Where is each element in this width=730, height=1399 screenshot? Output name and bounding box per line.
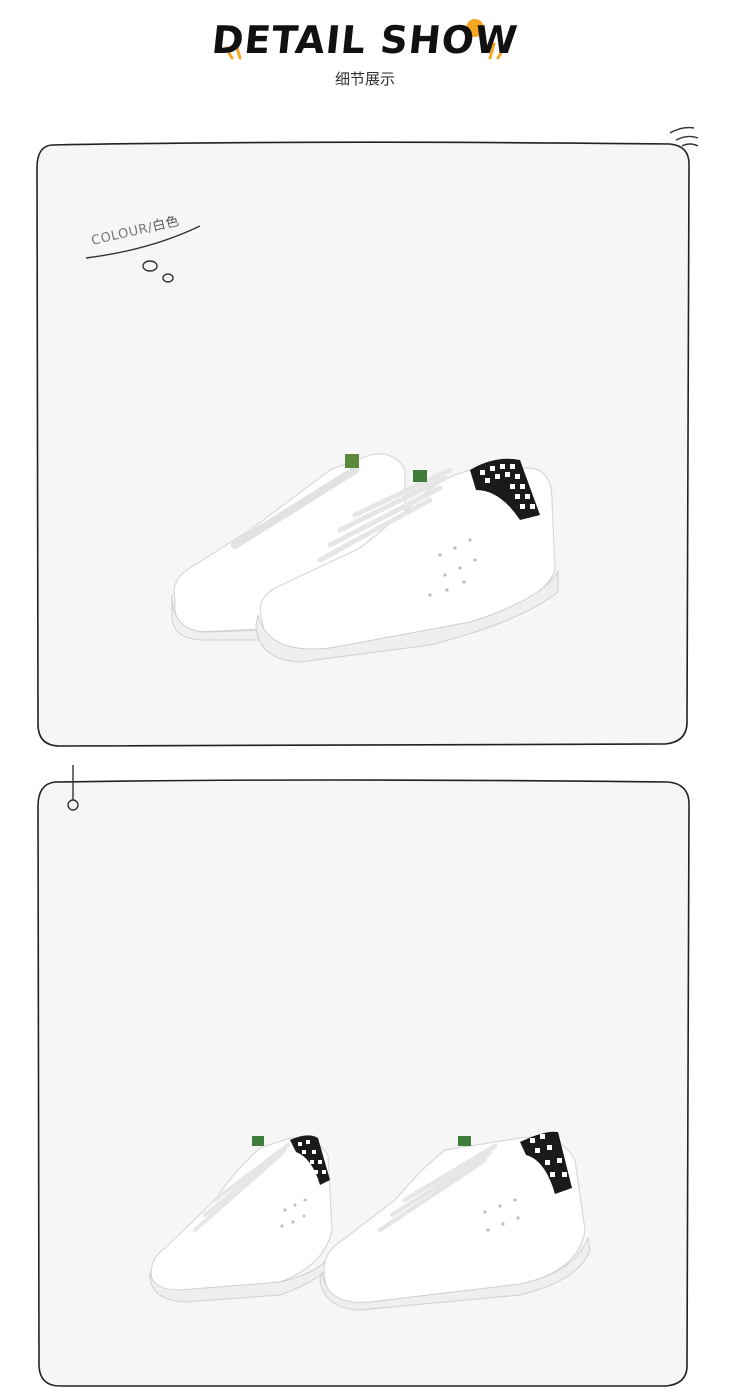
detail-panel-2 — [0, 760, 730, 1399]
panel-2-frame — [37, 765, 690, 1387]
squiggle-icon — [669, 126, 699, 147]
detail-panel-1: COLOUR/白色 — [0, 0, 730, 760]
panel-1-frame — [36, 126, 699, 747]
